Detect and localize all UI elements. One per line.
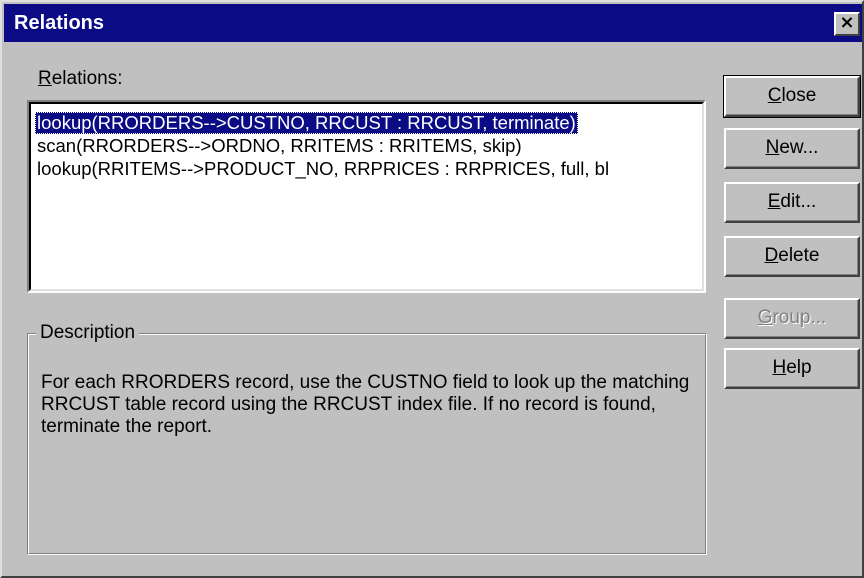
description-legend: Description [36, 321, 140, 345]
delete-button-label: elete [778, 245, 820, 266]
relation-item[interactable]: lookup(RRORDERS-->CUSTNO, RRCUST : RRCUS… [35, 112, 578, 134]
window-title: Relations [14, 12, 105, 34]
help-button[interactable]: Help [724, 348, 860, 389]
close-button-label: lose [781, 85, 817, 106]
edit-button[interactable]: Edit... [724, 182, 860, 223]
group-button: Group... [724, 298, 860, 339]
new-button-accel: N [765, 137, 780, 158]
new-button-label: ew... [779, 137, 819, 158]
delete-button[interactable]: Delete [724, 236, 860, 277]
relation-item[interactable]: scan(RRORDERS-->ORDNO, RRITEMS : RRITEMS… [35, 135, 524, 157]
help-button-label: elp [786, 357, 812, 378]
delete-button-accel: D [764, 245, 779, 266]
relations-list: lookup(RRORDERS-->CUSTNO, RRCUST : RRCUS… [29, 102, 704, 291]
edit-button-accel: E [767, 191, 781, 212]
group-button-accel: G [757, 307, 773, 328]
description-text: For each RRORDERS record, use the CUSTNO… [41, 372, 690, 437]
relations-label-rest: elations: [51, 68, 123, 89]
close-icon[interactable]: × [834, 12, 860, 36]
relation-item[interactable]: lookup(RRITEMS-->PRODUCT_NO, RRPRICES : … [35, 158, 611, 180]
close-button-accel: C [767, 85, 782, 106]
relations-label-accel: R [38, 68, 52, 89]
close-button[interactable]: Close [723, 75, 861, 118]
help-button-accel: H [772, 357, 787, 378]
relations-dialog: Relations × Relations: lookup(RRORDERS--… [0, 0, 864, 578]
edit-button-label: dit... [780, 191, 817, 212]
description-group: Description For each RRORDERS record, us… [27, 321, 707, 555]
title-bar[interactable]: Relations × [4, 4, 862, 42]
relations-listbox[interactable]: lookup(RRORDERS-->CUSTNO, RRCUST : RRCUS… [27, 100, 706, 293]
relations-label: Relations: [38, 68, 123, 90]
new-button[interactable]: New... [724, 128, 860, 169]
group-button-label: roup... [772, 307, 827, 328]
